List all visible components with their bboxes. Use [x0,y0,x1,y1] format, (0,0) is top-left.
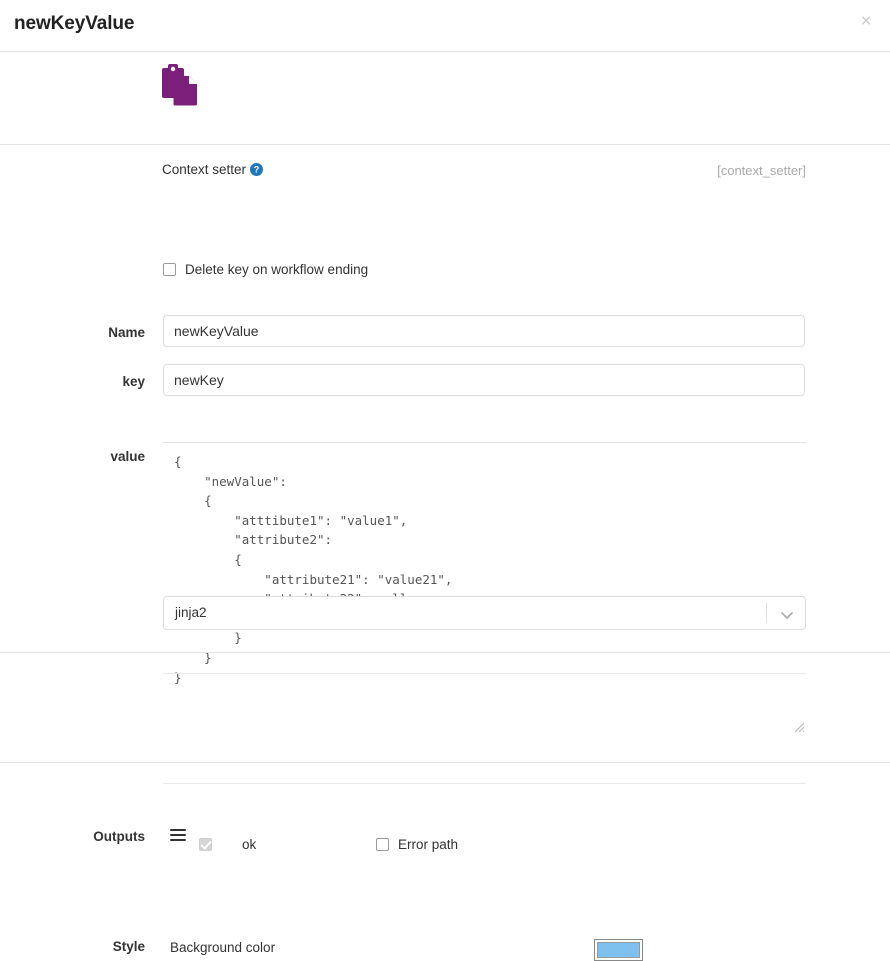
help-circle-icon[interactable]: ? [250,163,264,176]
delete-key-checkbox[interactable] [163,263,176,276]
outputs-section-divider [0,652,890,653]
error-path-checkbox-row[interactable]: Error path [376,837,458,852]
close-icon[interactable]: × [854,10,878,34]
delete-key-checkbox-row[interactable]: Delete key on workflow ending [163,262,368,277]
background-color-label: Background color [170,940,276,955]
output-ok-checkbox [199,838,212,851]
node-type-tag: [context_setter] [717,163,806,178]
template-engine-select[interactable]: jinja2 [163,596,806,630]
outputs-inner-divider [163,673,806,674]
template-engine-value: jinja2 [175,605,207,620]
background-color-swatch[interactable] [594,939,643,961]
style-label: Style [112,939,145,954]
delete-key-label: Delete key on workflow ending [185,262,369,277]
chevron-down-icon [780,608,794,620]
name-input[interactable] [163,315,805,347]
background-color-fill [597,942,640,958]
drag-handle[interactable] [170,829,186,842]
key-label: key [122,374,145,389]
select-separator [766,603,767,623]
value-label: value [110,449,145,464]
name-label: Name [108,325,145,340]
page-title: newKeyValue [14,13,135,34]
key-input[interactable] [163,364,805,396]
node-identity-block: Context setter? [context_setter] [0,52,890,178]
output-ok-label: ok [242,837,257,852]
modal-header: newKeyValue × [0,0,890,52]
value-textarea[interactable]: { "newValue": { "atttibute1": "value1", … [163,442,806,733]
output-ok-row: ok [199,837,256,852]
error-path-label: Error path [398,837,459,852]
node-type-text: Context setter [162,162,247,177]
style-section-divider [0,762,890,763]
style-inner-divider [163,783,806,784]
error-path-checkbox[interactable] [376,838,389,851]
clipboard-copy-icon [161,62,201,110]
outputs-label: Outputs [93,829,145,844]
svg-text:?: ? [254,165,260,175]
node-type-label: Context setter? [162,162,264,177]
